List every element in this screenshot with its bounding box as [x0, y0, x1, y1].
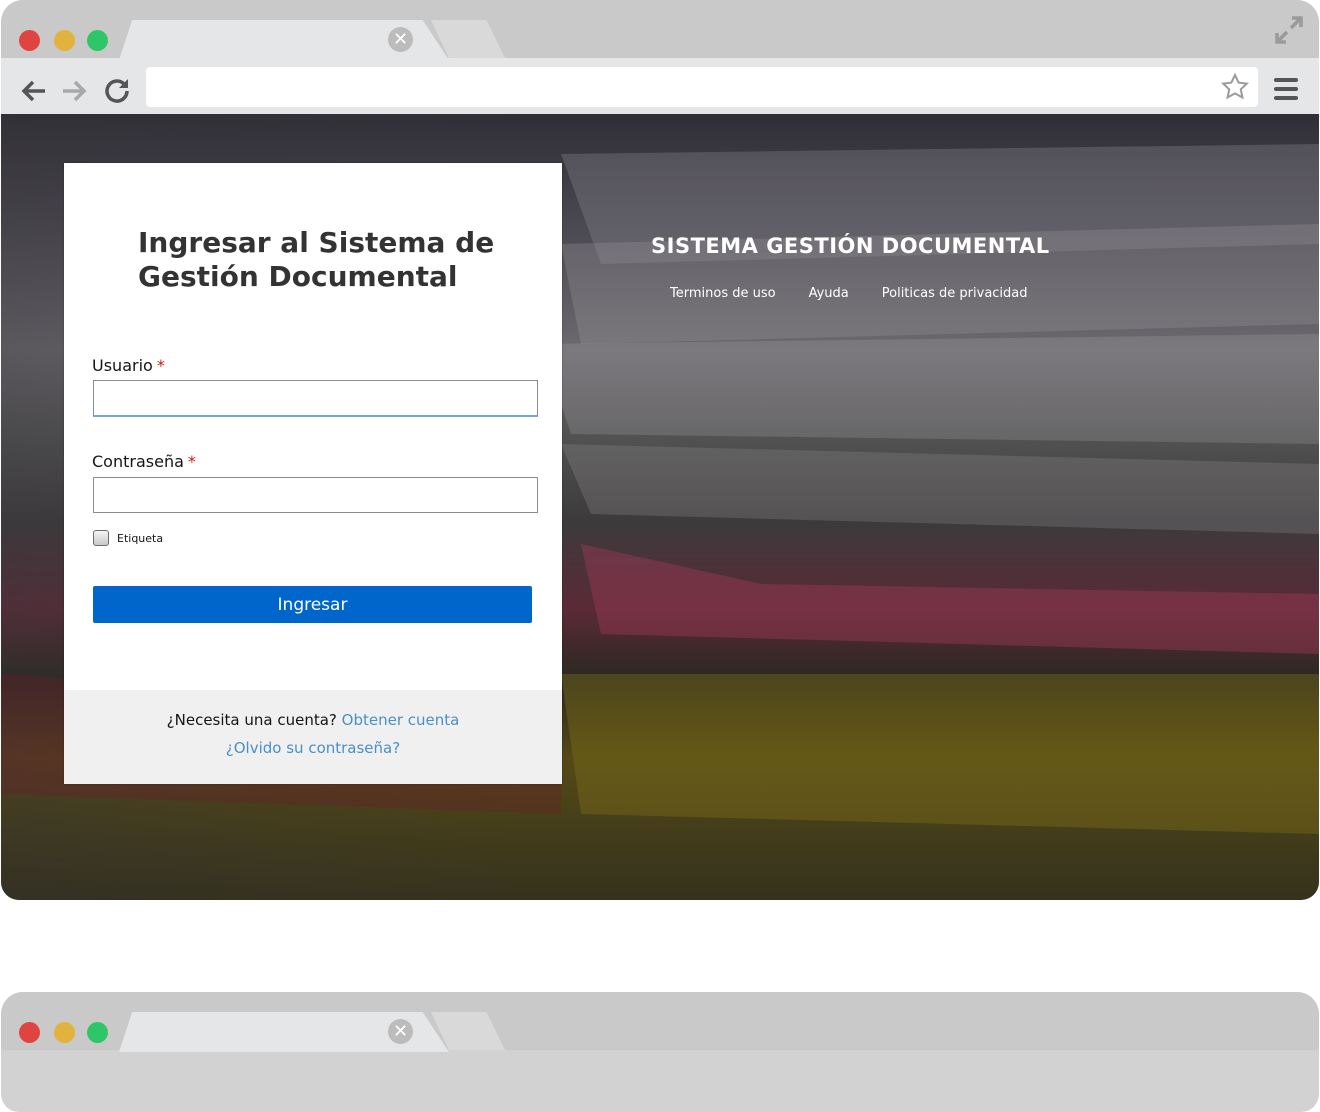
username-label: Usuario * [92, 356, 165, 375]
login-button[interactable]: Ingresar [93, 586, 532, 623]
username-input[interactable] [93, 380, 538, 417]
tab-bar: ✕ [1, 0, 1319, 60]
brand-title: SISTEMA GESTIÓN DOCUMENTAL [651, 234, 1050, 258]
nav-link-terms[interactable]: Terminos de uso [670, 286, 776, 301]
reload-icon[interactable] [102, 76, 132, 106]
required-marker: * [156, 356, 165, 375]
login-footer: ¿Necesita una cuenta? Obtener cuenta ¿Ol… [64, 690, 562, 784]
password-label-text: Contraseña [92, 452, 184, 471]
menu-icon[interactable] [1273, 76, 1299, 102]
minimize-window-button[interactable] [54, 1022, 75, 1043]
nav-link-privacy[interactable]: Politicas de privacidad [882, 286, 1028, 301]
create-account-link[interactable]: Obtener cuenta [342, 711, 460, 729]
tab-bar-second: ✕ [1, 992, 1319, 1052]
minimize-window-button[interactable] [54, 30, 75, 51]
browser-window: ✕ Ingresar al Sistema de Gestión Documen… [1, 0, 1319, 900]
username-label-text: Usuario [92, 356, 153, 375]
signup-prompt: ¿Necesita una cuenta? [166, 711, 337, 729]
maximize-window-button[interactable] [87, 30, 108, 51]
forgot-password-line: ¿Olvido su contraseña? [64, 739, 562, 757]
address-bar[interactable] [146, 67, 1258, 107]
tab-close-icon[interactable]: ✕ [388, 27, 413, 52]
bookmark-star-icon[interactable] [1220, 72, 1250, 102]
forgot-password-link[interactable]: ¿Olvido su contraseña? [226, 739, 400, 757]
login-card: Ingresar al Sistema de Gestión Documenta… [64, 163, 562, 784]
password-label: Contraseña * [92, 452, 196, 471]
password-input[interactable] [93, 477, 538, 513]
back-arrow-icon[interactable] [19, 76, 49, 106]
forward-arrow-icon[interactable] [59, 76, 89, 106]
close-window-button[interactable] [19, 1022, 40, 1043]
expand-icon[interactable] [1273, 14, 1305, 46]
remember-checkbox[interactable] [93, 530, 109, 546]
required-marker: * [187, 452, 196, 471]
browser-toolbar [1, 58, 1319, 114]
checkbox-label: Etiqueta [117, 531, 164, 545]
login-title: Ingresar al Sistema de Gestión Documenta… [138, 226, 495, 293]
tab-close-icon[interactable]: ✕ [388, 1019, 413, 1044]
close-window-button[interactable] [19, 30, 40, 51]
browser-window-second: ✕ [1, 992, 1319, 1112]
maximize-window-button[interactable] [87, 1022, 108, 1043]
footer-nav: Terminos de uso Ayuda Politicas de priva… [670, 286, 1061, 301]
page-viewport: Ingresar al Sistema de Gestión Documenta… [1, 114, 1319, 900]
signup-prompt-line: ¿Necesita una cuenta? Obtener cuenta [64, 711, 562, 729]
remember-checkbox-row[interactable]: Etiqueta [93, 530, 163, 546]
nav-link-help[interactable]: Ayuda [809, 286, 849, 301]
